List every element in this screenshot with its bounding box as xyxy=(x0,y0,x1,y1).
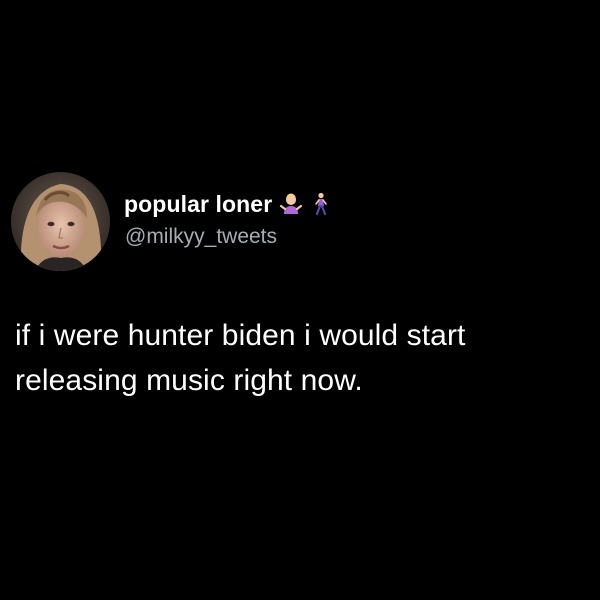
display-name-row: popular loner xyxy=(124,189,332,219)
display-name[interactable]: popular loner xyxy=(124,191,272,218)
user-handle[interactable]: @milkyy_tweets xyxy=(125,225,277,249)
tweet-card: popular loner @milkyy_tweets if i were h… xyxy=(0,0,600,600)
woman-walking-emoji-icon xyxy=(310,192,332,216)
tweet-text-line: if i were hunter biden i would start xyxy=(15,319,466,352)
tweet-text: if i were hunter biden i would start rel… xyxy=(15,313,595,403)
tweet-text-line: releasing music right now. xyxy=(15,364,363,397)
avatar[interactable] xyxy=(11,172,110,271)
avatar-photo xyxy=(11,172,110,271)
woman-shrugging-emoji-icon xyxy=(280,192,303,216)
